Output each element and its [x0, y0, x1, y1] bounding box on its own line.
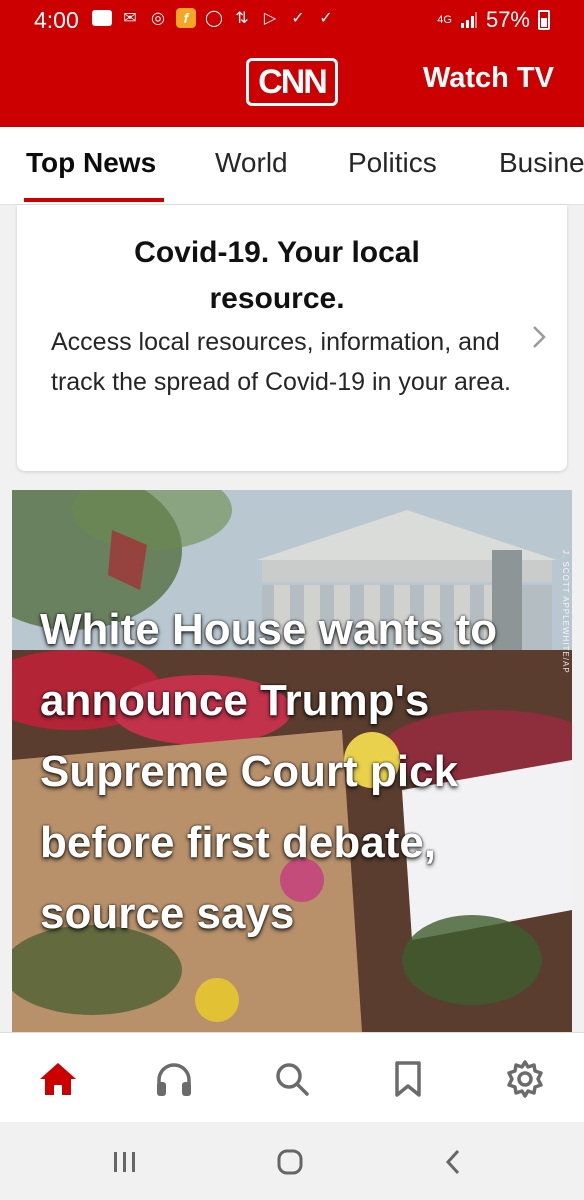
- search-icon: [276, 1063, 309, 1096]
- headphones-icon: [157, 1063, 191, 1096]
- battery-icon: [538, 10, 550, 30]
- app-header: 4:00 ✉ ◎ f ◯ ⇅ ▷ ✓ ✓ 4G 57% CNN Watch TV: [0, 0, 584, 127]
- bookmark-icon: [395, 1061, 421, 1097]
- covid-card-body: Access local resources, information, and…: [51, 328, 511, 396]
- nav-listen-button[interactable]: [152, 1057, 196, 1101]
- check-icon-2: ✓: [319, 10, 333, 27]
- nav-saved-button[interactable]: [386, 1057, 430, 1101]
- bottom-nav: [0, 1032, 584, 1122]
- covid-resource-card[interactable]: Covid-19. Your local resource. Access lo…: [17, 205, 567, 471]
- back-system-button[interactable]: [433, 1146, 473, 1178]
- home-icon: [40, 1063, 76, 1095]
- battery-percent: 57%: [485, 7, 530, 32]
- gear-icon: [507, 1060, 543, 1098]
- hero-story[interactable]: J. SCOTT APPLEWHITE/AP White House wants…: [12, 490, 572, 1032]
- back-icon: [445, 1149, 460, 1175]
- section-tabs: Top News World Politics Business: [0, 127, 584, 205]
- message-icon: [92, 10, 112, 26]
- nav-settings-button[interactable]: [503, 1057, 547, 1101]
- tab-politics[interactable]: Politics: [348, 147, 437, 179]
- gmail-icon: ✉: [123, 10, 137, 27]
- system-nav-bar: [0, 1122, 584, 1200]
- covid-card-title: Covid-19. Your local resource.: [134, 236, 420, 315]
- circle-icon: ◯: [205, 10, 223, 27]
- cnn-logo[interactable]: CNN: [246, 58, 338, 106]
- photo-credit: J. SCOTT APPLEWHITE/AP: [561, 550, 570, 674]
- nav-home-button[interactable]: [36, 1057, 80, 1101]
- active-tab-indicator: [24, 198, 164, 202]
- play-icon: ▷: [263, 10, 277, 27]
- status-time: 4:00: [34, 7, 79, 33]
- network-icon: 4G: [437, 14, 452, 26]
- recent-apps-button[interactable]: [105, 1146, 145, 1178]
- instagram-icon: ◎: [151, 10, 165, 27]
- hero-headline[interactable]: White House wants to announce Trump's Su…: [40, 594, 550, 949]
- status-bar: 4:00 ✉ ◎ f ◯ ⇅ ▷ ✓ ✓ 4G 57%: [0, 0, 584, 40]
- tab-top-news[interactable]: Top News: [26, 147, 156, 179]
- notification-icons: ✉ ◎ f ◯ ⇅ ▷ ✓ ✓: [92, 8, 336, 28]
- recent-apps-icon: [114, 1152, 135, 1172]
- nav-search-button[interactable]: [270, 1057, 314, 1101]
- home-system-button[interactable]: [270, 1146, 310, 1178]
- chevron-right-icon: [533, 326, 546, 348]
- tab-business[interactable]: Business: [499, 147, 584, 179]
- tab-world[interactable]: World: [215, 147, 288, 179]
- app-icon: f: [176, 8, 196, 28]
- home-circle-icon: [277, 1149, 303, 1175]
- system-icons: 4G 57%: [437, 7, 550, 33]
- watch-tv-button[interactable]: Watch TV: [423, 62, 554, 95]
- check-icon: ✓: [291, 10, 305, 27]
- sync-icon: ⇅: [235, 10, 249, 27]
- signal-icon: [460, 12, 477, 28]
